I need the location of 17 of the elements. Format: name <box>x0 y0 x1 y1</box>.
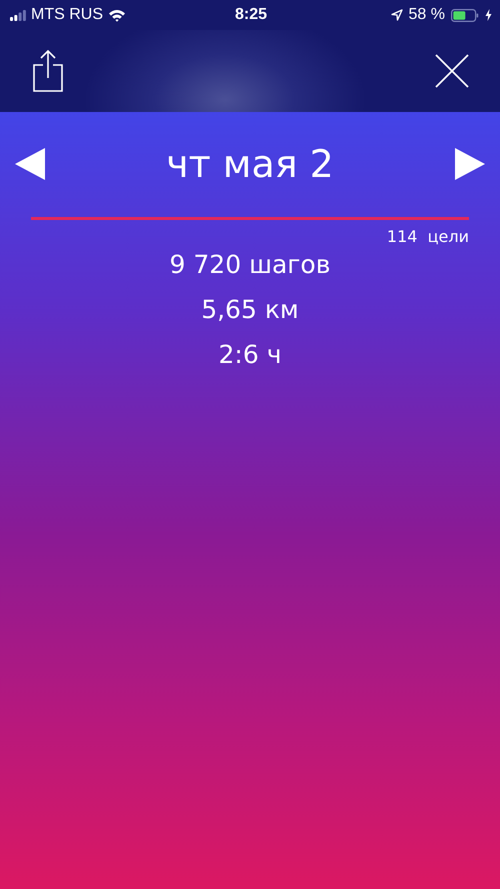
next-day-arrow-icon[interactable] <box>454 148 485 180</box>
stat-value: 9 720 шагов <box>170 250 330 279</box>
battery-percent: 58 % <box>408 6 445 24</box>
charging-bolt-icon <box>485 9 492 21</box>
battery-icon <box>451 8 479 22</box>
carrier-name: MTS RUS <box>31 6 103 24</box>
location-arrow-icon <box>390 9 403 21</box>
date-title: чт мая 2 <box>166 142 334 186</box>
signal-icon <box>10 10 26 20</box>
close-icon[interactable] <box>434 53 470 89</box>
previous-day-arrow-icon[interactable] <box>15 148 45 180</box>
clock-time: 8:25 <box>234 6 268 24</box>
stat-value: 5,65 км <box>201 295 299 324</box>
wifi-icon <box>108 8 126 22</box>
share-icon[interactable] <box>32 49 64 93</box>
goal-percent-label: 114 цели <box>386 227 469 246</box>
stat-value: 2:6 ч <box>218 340 282 369</box>
